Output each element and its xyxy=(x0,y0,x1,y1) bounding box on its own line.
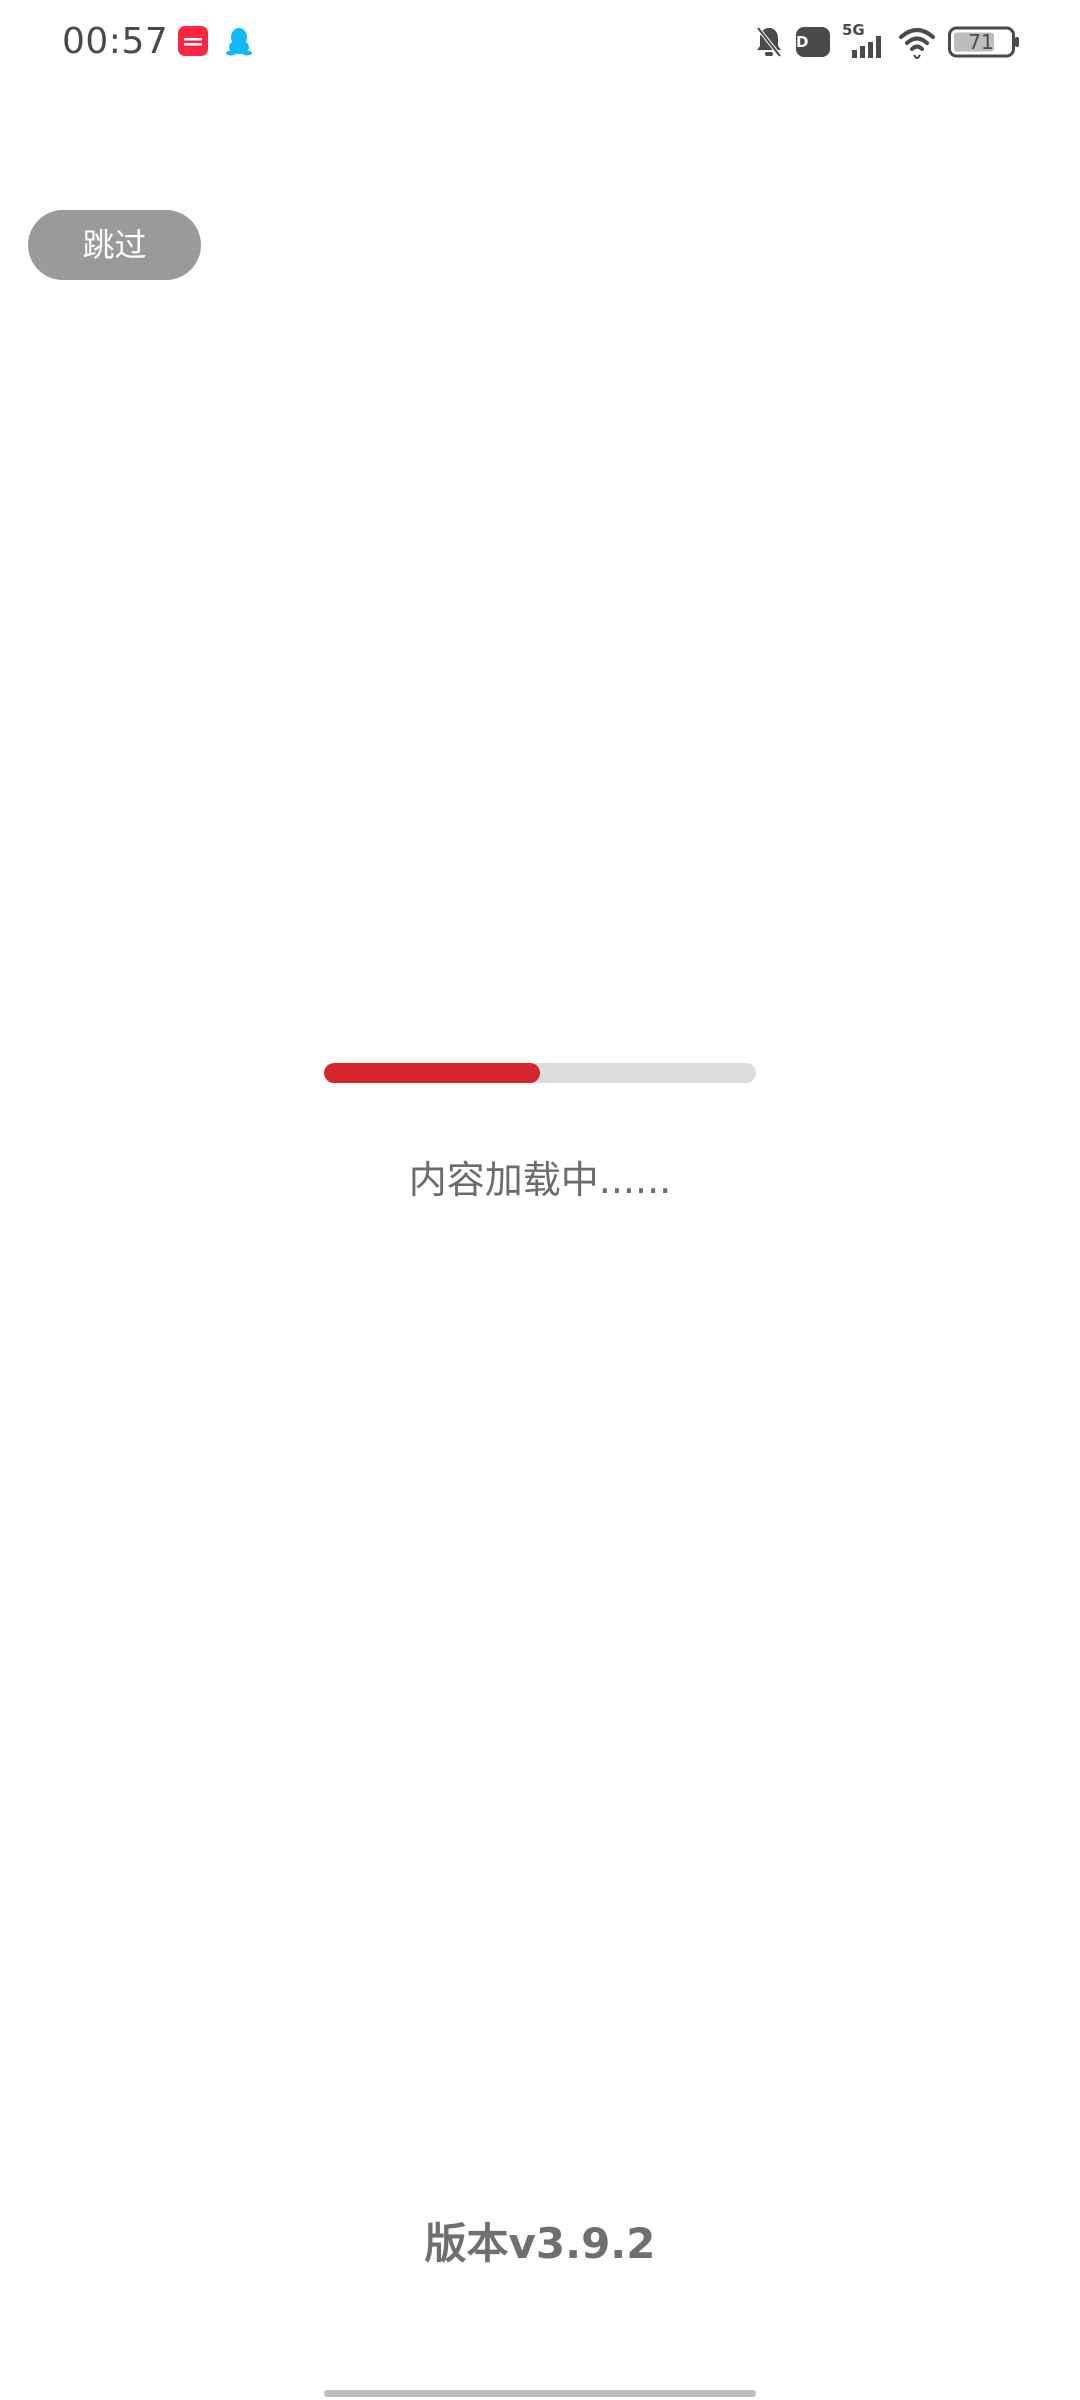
status-bar: 00:57 HD 5G 71 xyxy=(0,0,1080,88)
qq-app-icon xyxy=(226,28,252,56)
network-label: 5G xyxy=(842,21,865,39)
hd-icon: HD xyxy=(783,24,830,60)
loading-progress-bar xyxy=(324,1063,756,1083)
loading-text: 内容加载中...... xyxy=(408,1158,672,1202)
5g-signal-icon: 5G xyxy=(842,21,886,60)
home-indicator[interactable] xyxy=(324,2390,756,2397)
battery-icon: 71 xyxy=(948,24,1020,60)
loading-progress-fill xyxy=(324,1063,540,1083)
hd-label: HD xyxy=(783,33,809,51)
status-icons: HD 5G 71 xyxy=(754,22,1020,62)
version-text: 版本v3.9.2 xyxy=(424,2219,656,2268)
xiaohongshu-app-icon xyxy=(178,26,208,56)
battery-level: 71 xyxy=(968,30,994,54)
skip-button[interactable]: 跳过 xyxy=(28,210,201,280)
wifi-icon xyxy=(898,24,936,60)
status-time: 00:57 xyxy=(62,21,169,62)
